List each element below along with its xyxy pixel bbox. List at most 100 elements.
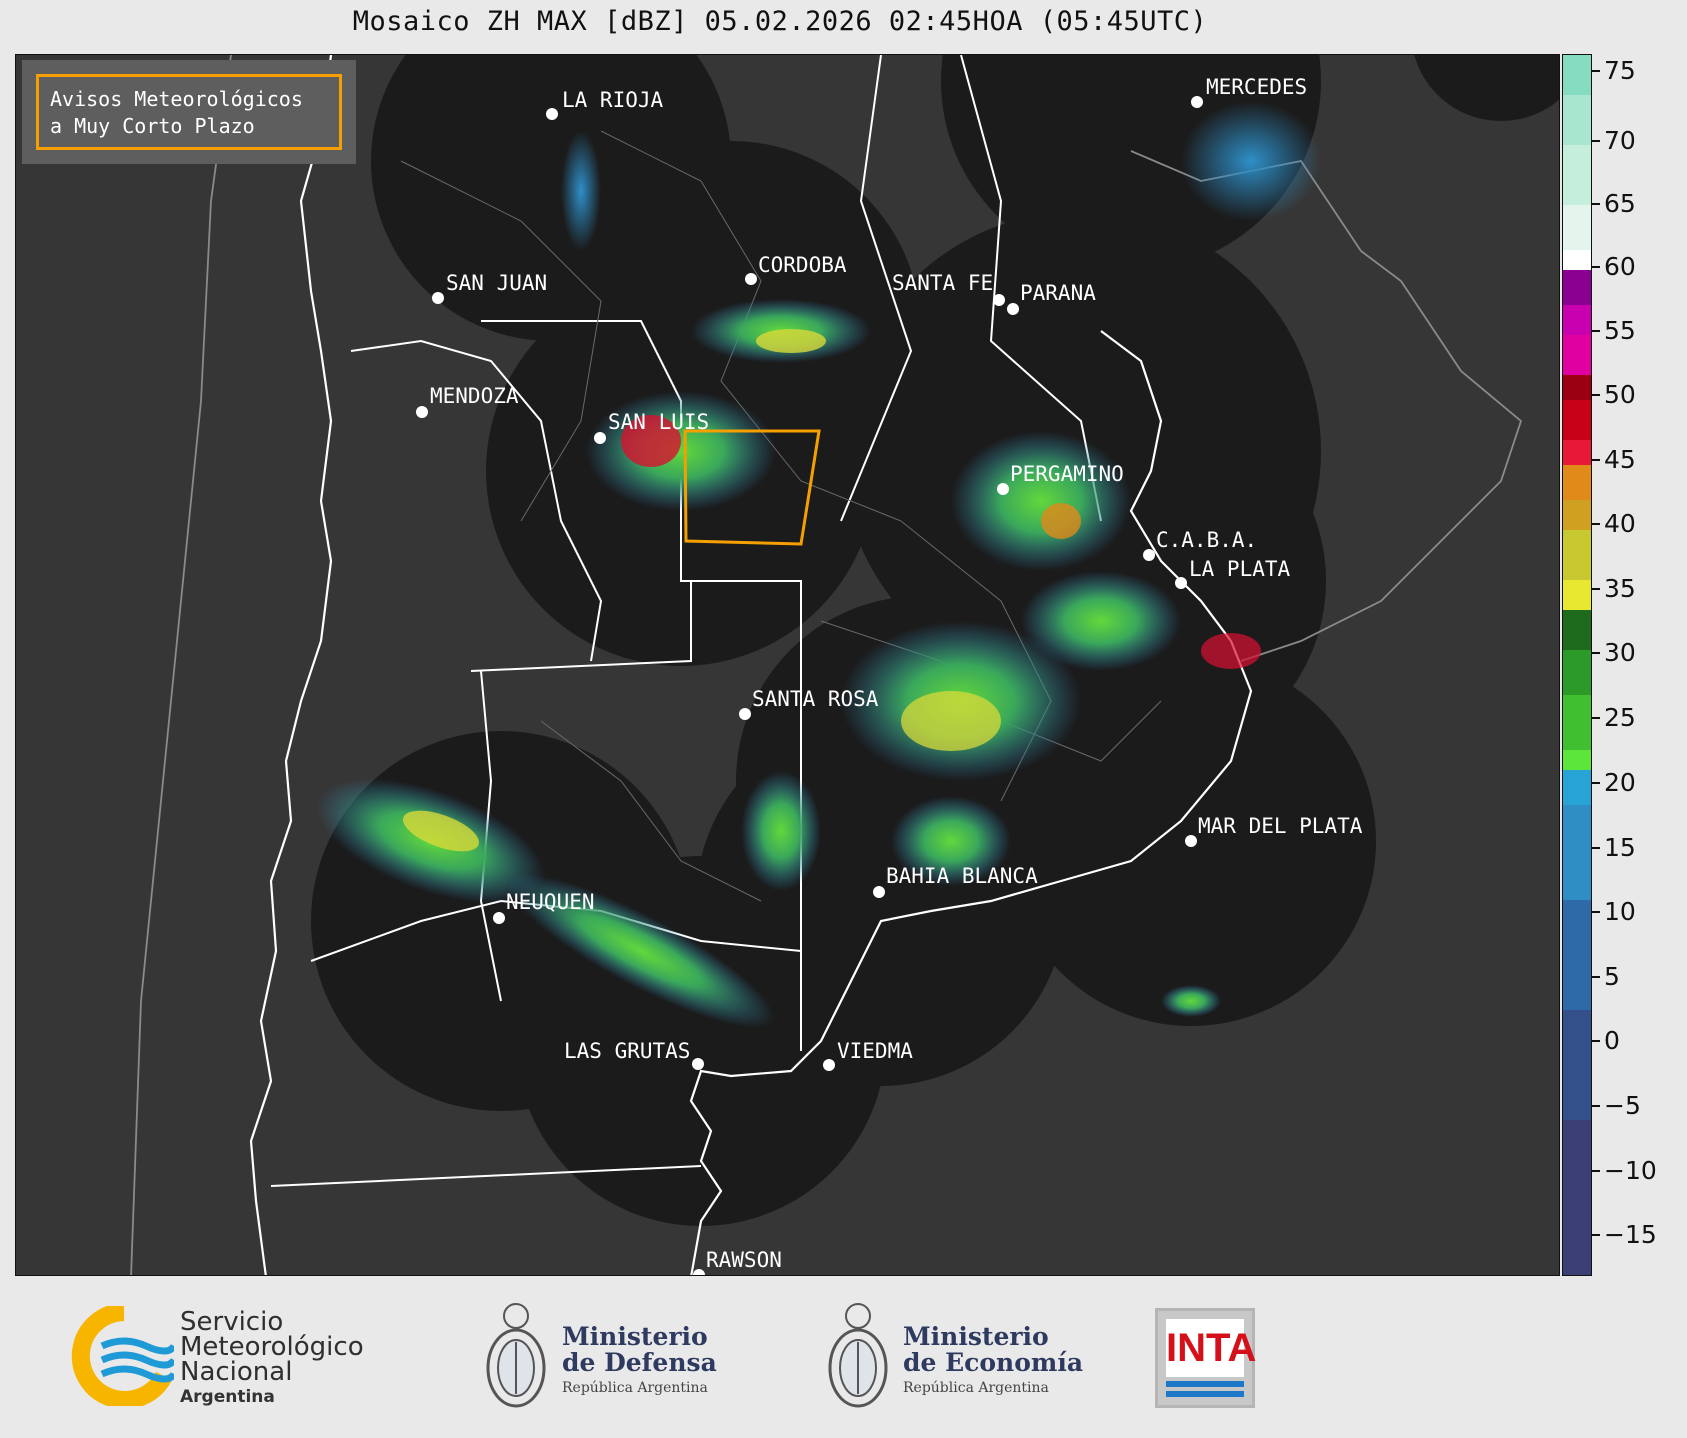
- colorbar-gradient: [1563, 55, 1591, 1275]
- colorbar-label: 75: [1604, 56, 1636, 85]
- alert-legend-line2: a Muy Corto Plazo: [50, 114, 255, 138]
- city-dot: [739, 708, 751, 720]
- map-title: Mosaico ZH MAX [dBZ] 05.02.2026 02:45HOA…: [352, 6, 1208, 37]
- defensa-line1: Ministerio: [562, 1322, 708, 1351]
- colorbar-label: 45: [1604, 445, 1636, 474]
- radar-map[interactable]: LA RIOJA MERCEDES SAN JUAN CORDOBA SANTA…: [15, 54, 1560, 1276]
- inta-logo: INTA: [1155, 1308, 1256, 1408]
- inta-stripe: [1166, 1381, 1244, 1387]
- city-dot: [546, 108, 558, 120]
- city-label: C.A.B.A.: [1156, 528, 1257, 552]
- city-label: MENDOZA: [430, 384, 519, 408]
- economia-line1: Ministerio: [903, 1322, 1049, 1351]
- colorbar: [1562, 54, 1592, 1276]
- city-label: VIEDMA: [837, 1039, 913, 1063]
- city-dot: [1143, 549, 1155, 561]
- alert-legend: Avisos Meteorológicos a Muy Corto Plazo: [22, 60, 356, 164]
- city-dot: [823, 1059, 835, 1071]
- colorbar-label: 70: [1604, 126, 1636, 155]
- smn-logo-icon: [71, 1306, 174, 1406]
- colorbar-tick: [1592, 140, 1600, 142]
- city-dot: [1175, 577, 1187, 589]
- defensa-logo-text: Ministerio de Defensa República Argentin…: [562, 1322, 717, 1397]
- economia-logo-text: Ministerio de Economía República Argenti…: [903, 1322, 1084, 1397]
- colorbar-tick: [1592, 976, 1600, 978]
- colorbar-label: 20: [1604, 768, 1636, 797]
- city-label: RAWSON: [706, 1248, 782, 1272]
- colorbar-label: 15: [1604, 833, 1636, 862]
- colorbar-label: 35: [1604, 574, 1636, 603]
- colorbar-label: 65: [1604, 189, 1636, 218]
- city-dot: [1007, 303, 1019, 315]
- colorbar-label: 55: [1604, 316, 1636, 345]
- colorbar-tick: [1592, 1105, 1600, 1107]
- smn-line4: Argentina: [180, 1387, 275, 1407]
- smn-line3: Nacional: [180, 1357, 293, 1387]
- colorbar-label: 30: [1604, 638, 1636, 667]
- city-label: LA RIOJA: [562, 88, 664, 112]
- city-dot: [692, 1058, 704, 1070]
- city-label: SANTA ROSA: [752, 687, 879, 711]
- colorbar-tick: [1592, 911, 1600, 913]
- colorbar-label: 40: [1604, 509, 1636, 538]
- colorbar-label: 25: [1604, 703, 1636, 732]
- city-dot: [873, 886, 885, 898]
- city-dot: [1191, 96, 1203, 108]
- colorbar-label: 60: [1604, 252, 1636, 281]
- city-label: PARANA: [1020, 281, 1096, 305]
- colorbar-tick: [1592, 1234, 1600, 1236]
- colorbar-tick: [1592, 588, 1600, 590]
- colorbar-label: −15: [1604, 1220, 1657, 1249]
- inta-stripe: [1166, 1391, 1244, 1397]
- city-label: MERCEDES: [1206, 75, 1307, 99]
- colorbar-tick: [1592, 266, 1600, 268]
- city-dot: [594, 432, 606, 444]
- city-label: SANTA FE: [892, 271, 993, 295]
- city-dot: [416, 406, 428, 418]
- colorbar-tick: [1592, 459, 1600, 461]
- defensa-line3: República Argentina: [562, 1380, 708, 1396]
- colorbar-label: −10: [1604, 1156, 1657, 1185]
- colorbar-tick: [1592, 782, 1600, 784]
- city-dot: [997, 483, 1009, 495]
- colorbar-tick: [1592, 717, 1600, 719]
- city-label: BAHIA BLANCA: [886, 864, 1038, 888]
- colorbar-tick: [1592, 847, 1600, 849]
- colorbar-tick: [1592, 330, 1600, 332]
- footer-logos: Servicio Meteorológico Nacional Argentin…: [0, 1276, 1687, 1438]
- colorbar-tick: [1592, 1170, 1600, 1172]
- colorbar-label: −5: [1604, 1091, 1641, 1120]
- colorbar-tick: [1592, 652, 1600, 654]
- colorbar-tick: [1592, 1040, 1600, 1042]
- defensa-line2: de Defensa: [562, 1348, 717, 1377]
- inta-logo-text: INTA: [1166, 1319, 1256, 1377]
- colorbar-label: 10: [1604, 897, 1636, 926]
- colorbar-label: 0: [1604, 1026, 1620, 1055]
- coat-of-arms-icon: [828, 1303, 888, 1408]
- economia-line2: de Economía: [903, 1348, 1084, 1377]
- city-dot: [993, 294, 1005, 306]
- city-label: LA PLATA: [1189, 557, 1291, 581]
- city-dot: [693, 1269, 705, 1275]
- city-dot: [493, 912, 505, 924]
- colorbar-tick: [1592, 523, 1600, 525]
- radar-map-canvas: LA RIOJA MERCEDES SAN JUAN CORDOBA SANTA…: [130, 55, 1559, 1275]
- colorbar-tick: [1592, 394, 1600, 396]
- colorbar-label: 5: [1604, 962, 1620, 991]
- colorbar-label: 50: [1604, 380, 1636, 409]
- city-label: SAN JUAN: [446, 271, 547, 295]
- colorbar-tick: [1592, 203, 1600, 205]
- alert-legend-line1: Avisos Meteorológicos: [50, 87, 303, 111]
- city-label: LAS GRUTAS: [564, 1039, 690, 1063]
- city-label: CORDOBA: [758, 253, 847, 277]
- alert-legend-frame: Avisos Meteorológicos a Muy Corto Plazo: [36, 74, 342, 150]
- city-dot: [432, 292, 444, 304]
- city-label: SAN LUIS: [608, 410, 709, 434]
- city-label: NEUQUEN: [506, 890, 595, 914]
- colorbar-tick: [1592, 70, 1600, 72]
- economia-line3: República Argentina: [903, 1380, 1049, 1396]
- city-dot: [1185, 835, 1197, 847]
- city-label: PERGAMINO: [1010, 462, 1124, 486]
- city-label: MAR DEL PLATA: [1198, 814, 1363, 838]
- smn-logo-text: Servicio Meteorológico Nacional Argentin…: [180, 1309, 364, 1410]
